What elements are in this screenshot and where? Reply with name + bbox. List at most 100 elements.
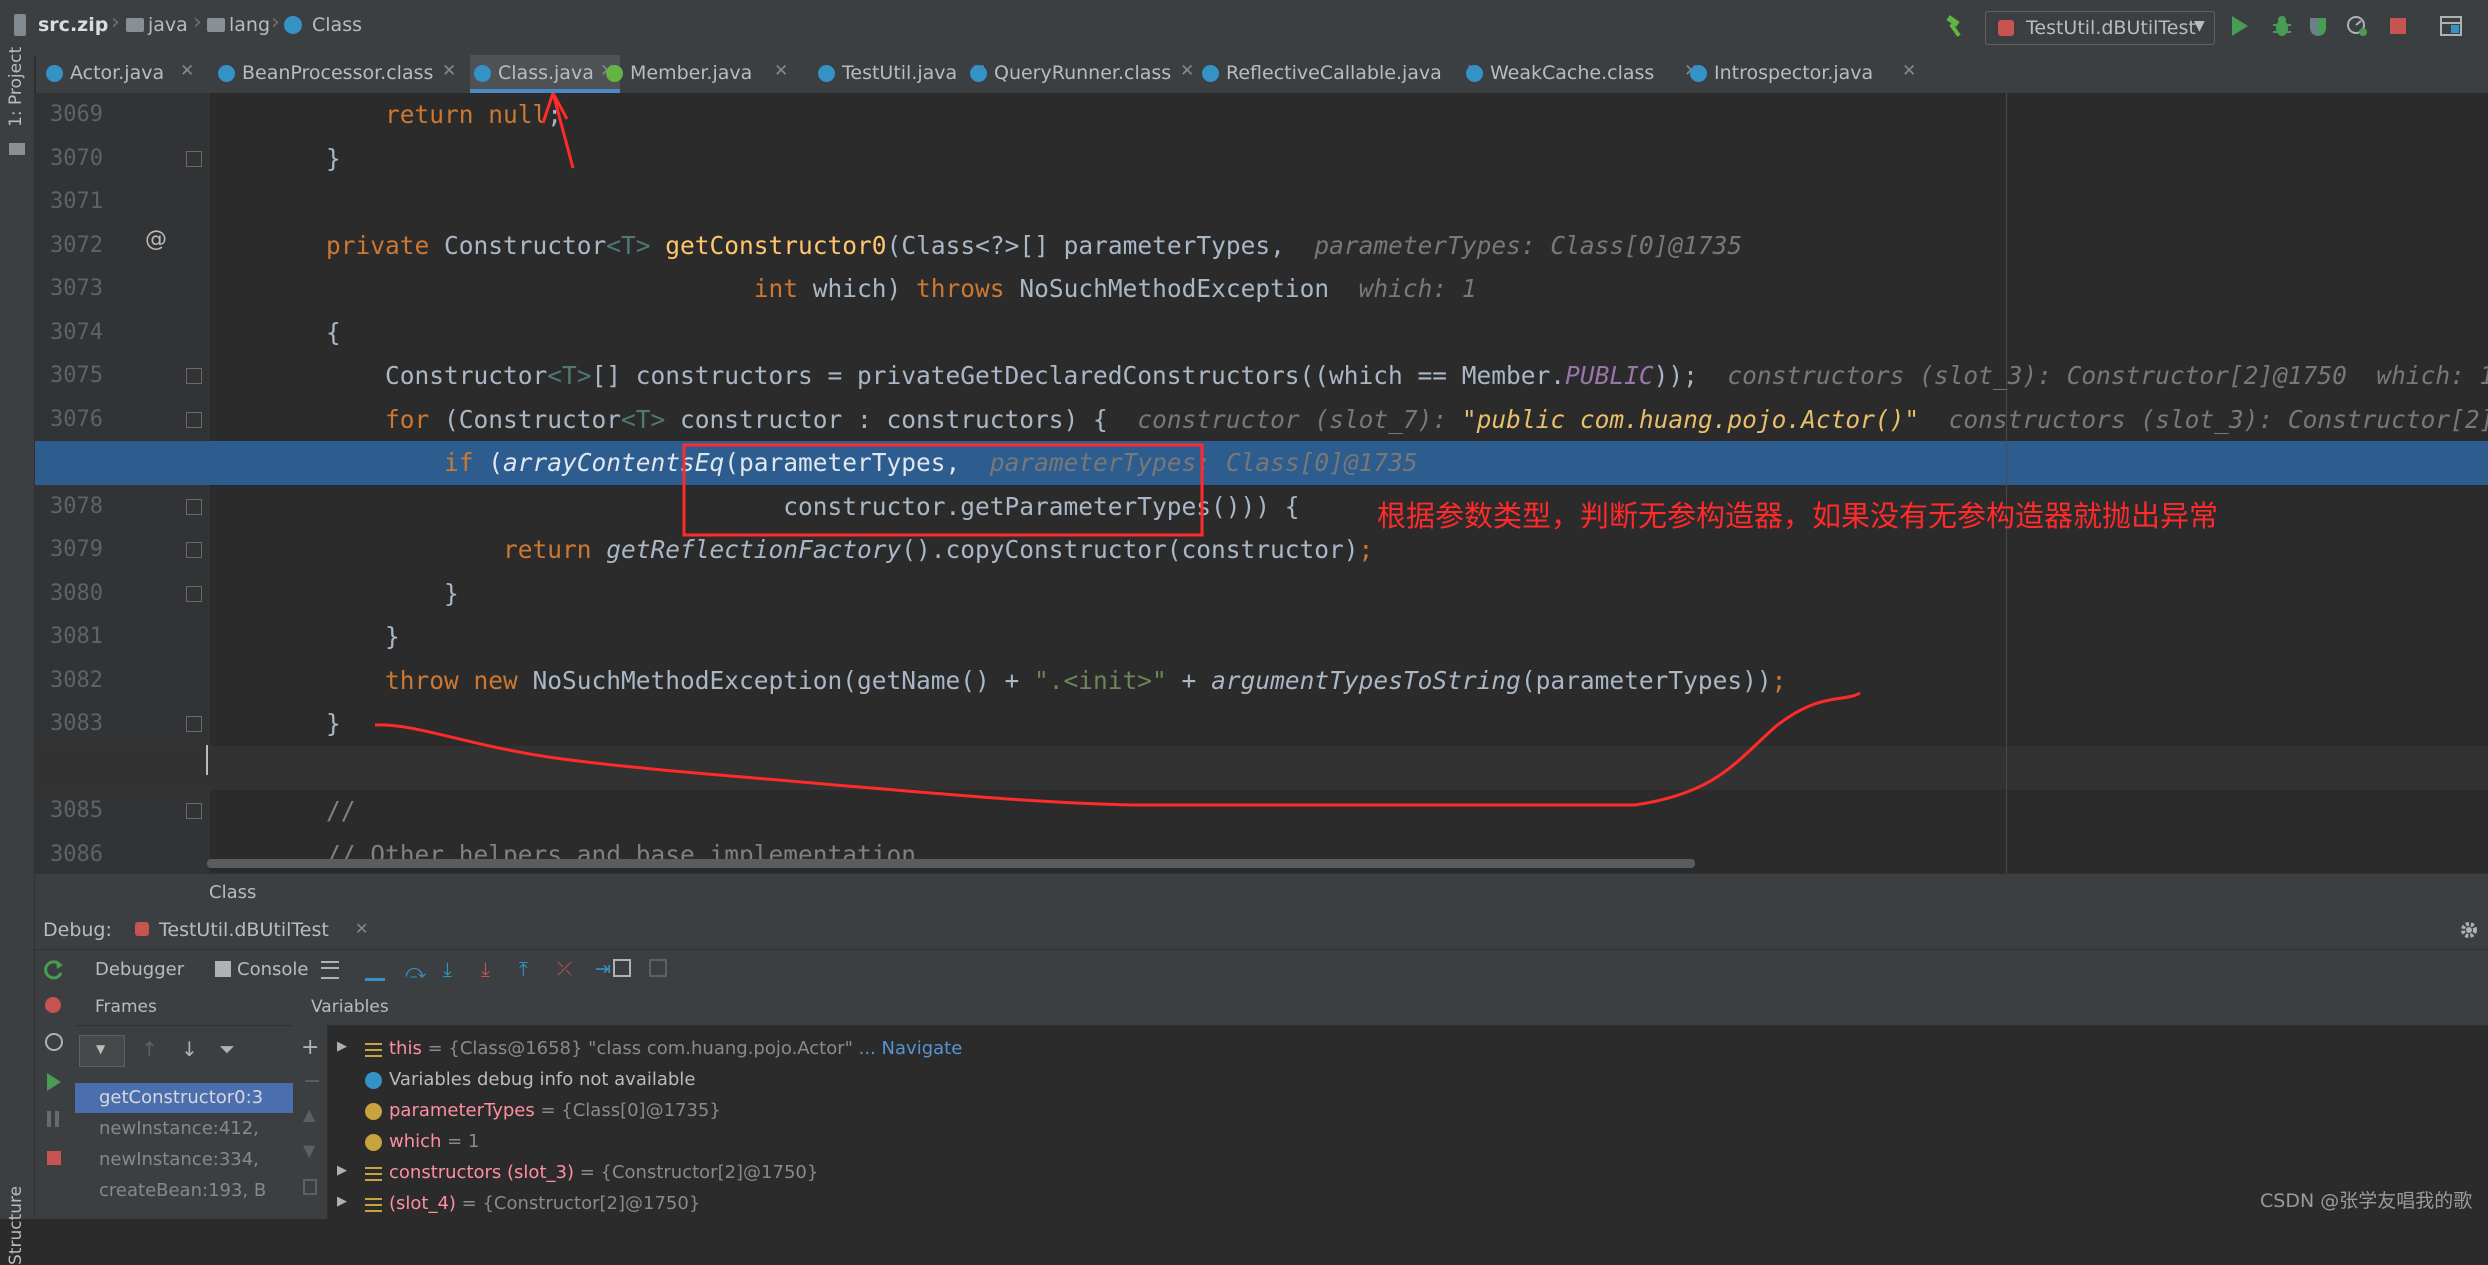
tab-reflectivecallable-java[interactable]: ReflectiveCallable.java ✕ — [1198, 55, 1488, 93]
info-icon — [365, 1072, 382, 1089]
tab-debugger[interactable]: Debugger — [79, 949, 211, 989]
mute-breakpoints-icon[interactable] — [45, 1033, 63, 1051]
chevron-down-icon: ▼ — [96, 1042, 106, 1056]
annotation-overlay — [374, 93, 1861, 807]
tab-class-java[interactable]: Class.java ✕ — [470, 55, 620, 93]
close-icon[interactable]: ✕ — [180, 61, 194, 81]
menu-icon[interactable] — [321, 961, 339, 979]
frame-item[interactable]: createBean:193, B — [75, 1176, 293, 1206]
close-icon[interactable]: ✕ — [1902, 61, 1916, 81]
arrow-down-icon[interactable]: ↓ — [181, 1037, 198, 1061]
session-tab[interactable]: TestUtil.dBUtilTest ✕ — [133, 911, 379, 949]
object-icon — [365, 1043, 382, 1057]
step-out-icon[interactable]: ⤒ — [519, 957, 528, 981]
evaluate-expression-icon[interactable] — [613, 959, 631, 977]
variables-header: Variables — [311, 997, 389, 1017]
frame-item[interactable]: newInstance:412, — [75, 1114, 293, 1144]
force-step-into-icon[interactable]: ⤓ — [481, 957, 490, 981]
profile-icon[interactable] — [2346, 15, 2368, 37]
debug-toolbar: Debugger Console ⤼ ⤓ ⤓ ⤒ ⤫ ⇥ — [35, 949, 2488, 990]
layout-icon[interactable] — [2440, 16, 2462, 36]
class-icon — [474, 65, 491, 82]
variables-panel: Variables + − ▲ ▼ ▶ this = {Class@1658} "… — [293, 989, 2488, 1219]
debug-icon[interactable] — [2272, 15, 2292, 37]
show-execution-point-icon[interactable] — [365, 960, 385, 981]
editor-tab-bar: Actor.java ✕ BeanProcessor.class ✕ Class… — [36, 55, 2488, 94]
stop-icon[interactable] — [2390, 18, 2406, 34]
close-icon[interactable]: ✕ — [1180, 61, 1194, 81]
interface-icon — [606, 65, 623, 82]
debug-title-bar: Debug: TestUtil.dBUtilTest ✕ — [35, 911, 2488, 950]
tab-introspector-java[interactable]: Introspector.java ✕ — [1686, 55, 1946, 93]
breadcrumb-item-class[interactable]: Class — [312, 14, 362, 36]
class-icon — [1202, 65, 1219, 82]
editor-breadcrumb-class[interactable]: Class — [209, 882, 256, 903]
class-icon — [818, 65, 835, 82]
drop-frame-icon[interactable]: ⤫ — [557, 958, 572, 980]
coverage-icon[interactable] — [2308, 15, 2328, 37]
editor-breadcrumb: Class — [35, 873, 2488, 911]
run-configuration-select[interactable]: TestUtil.dBUtilTest ▼ — [1985, 11, 2215, 45]
expand-arrow-icon[interactable]: ▶ — [337, 1194, 347, 1209]
debug-title: Debug: — [43, 919, 112, 941]
project-tool-button[interactable]: 1: Project — [6, 47, 26, 127]
step-over-icon[interactable]: ⤼ — [405, 959, 426, 983]
breadcrumb-item-src-zip[interactable]: src.zip — [38, 14, 108, 36]
folder-icon — [9, 143, 25, 155]
tab-queryrunner-class[interactable]: QueryRunner.class ✕ — [966, 55, 1206, 93]
tab-beanprocessor-class[interactable]: BeanProcessor.class ✕ — [214, 55, 466, 93]
remove-icon[interactable]: − — [303, 1069, 321, 1094]
console-icon — [215, 961, 231, 977]
resume-icon[interactable] — [47, 1073, 61, 1091]
archive-icon — [14, 14, 26, 36]
navigate-link[interactable]: ... Navigate — [853, 1038, 963, 1059]
arrow-down-icon[interactable]: ▼ — [303, 1141, 315, 1160]
frames-header: Frames — [95, 997, 157, 1017]
pause-icon[interactable] — [47, 1111, 59, 1127]
rerun-icon[interactable] — [43, 959, 65, 981]
structure-tool-button[interactable]: Structure — [6, 1186, 26, 1265]
code-editor[interactable]: 3069307030713072307330743075307630773078… — [35, 93, 2488, 873]
arrow-up-icon[interactable]: ▲ — [303, 1105, 315, 1124]
arrow-up-icon[interactable]: ↑ — [141, 1037, 158, 1061]
close-icon[interactable]: ✕ — [442, 61, 456, 81]
debug-side-toolbar — [35, 989, 76, 1219]
breadcrumb-item-java[interactable]: java — [148, 14, 188, 36]
annotation-box — [682, 443, 1204, 537]
view-breakpoints-icon[interactable] — [45, 997, 61, 1013]
tab-member-java[interactable]: Member.java ✕ — [602, 55, 798, 93]
object-icon — [365, 1167, 382, 1181]
copy-icon[interactable] — [303, 1179, 317, 1195]
expand-arrow-icon[interactable]: ▶ — [337, 1039, 347, 1054]
annotation-underline — [374, 691, 1861, 807]
expand-arrow-icon[interactable]: ▶ — [337, 1163, 347, 1178]
close-icon[interactable]: ✕ — [355, 919, 368, 938]
step-into-icon[interactable]: ⤓ — [443, 957, 452, 981]
add-watch-icon[interactable]: + — [301, 1035, 319, 1060]
frames-panel: Frames ▼ ↑ ↓ ⏷ getConstructor0:3 newInsta… — [75, 989, 294, 1219]
object-icon — [365, 1198, 382, 1212]
config-icon — [1998, 20, 2014, 36]
class-icon — [1690, 65, 1707, 82]
close-icon[interactable]: ✕ — [774, 61, 788, 81]
trace-icon — [649, 959, 667, 977]
build-icon[interactable] — [1944, 15, 1966, 37]
filter-icon[interactable]: ⏷ — [219, 1037, 235, 1061]
chevron-down-icon: ▼ — [2194, 18, 2205, 34]
breadcrumb-item-lang[interactable]: lang — [229, 14, 270, 36]
frame-item[interactable]: newInstance:334, — [75, 1145, 293, 1175]
thread-select[interactable]: ▼ — [79, 1035, 125, 1067]
tab-weakcache-class[interactable]: WeakCache.class ✕ — [1462, 55, 1708, 93]
frame-item[interactable]: getConstructor0:3 — [75, 1083, 293, 1113]
stop-icon[interactable] — [47, 1151, 61, 1165]
run-to-cursor-icon[interactable]: ⇥ — [595, 958, 611, 980]
navigation-bar: src.zip › java › lang › Class TestUtil.d… — [0, 0, 2488, 56]
gear-icon[interactable] — [2459, 920, 2479, 940]
class-icon — [1466, 65, 1483, 82]
tab-actor-java[interactable]: Actor.java ✕ — [42, 55, 212, 93]
folder-icon — [207, 18, 225, 32]
watermark: CSDN @张学友唱我的歌 — [2260, 1190, 2473, 1212]
class-icon — [218, 65, 235, 82]
parameter-icon — [365, 1103, 382, 1120]
run-icon[interactable] — [2232, 16, 2248, 36]
